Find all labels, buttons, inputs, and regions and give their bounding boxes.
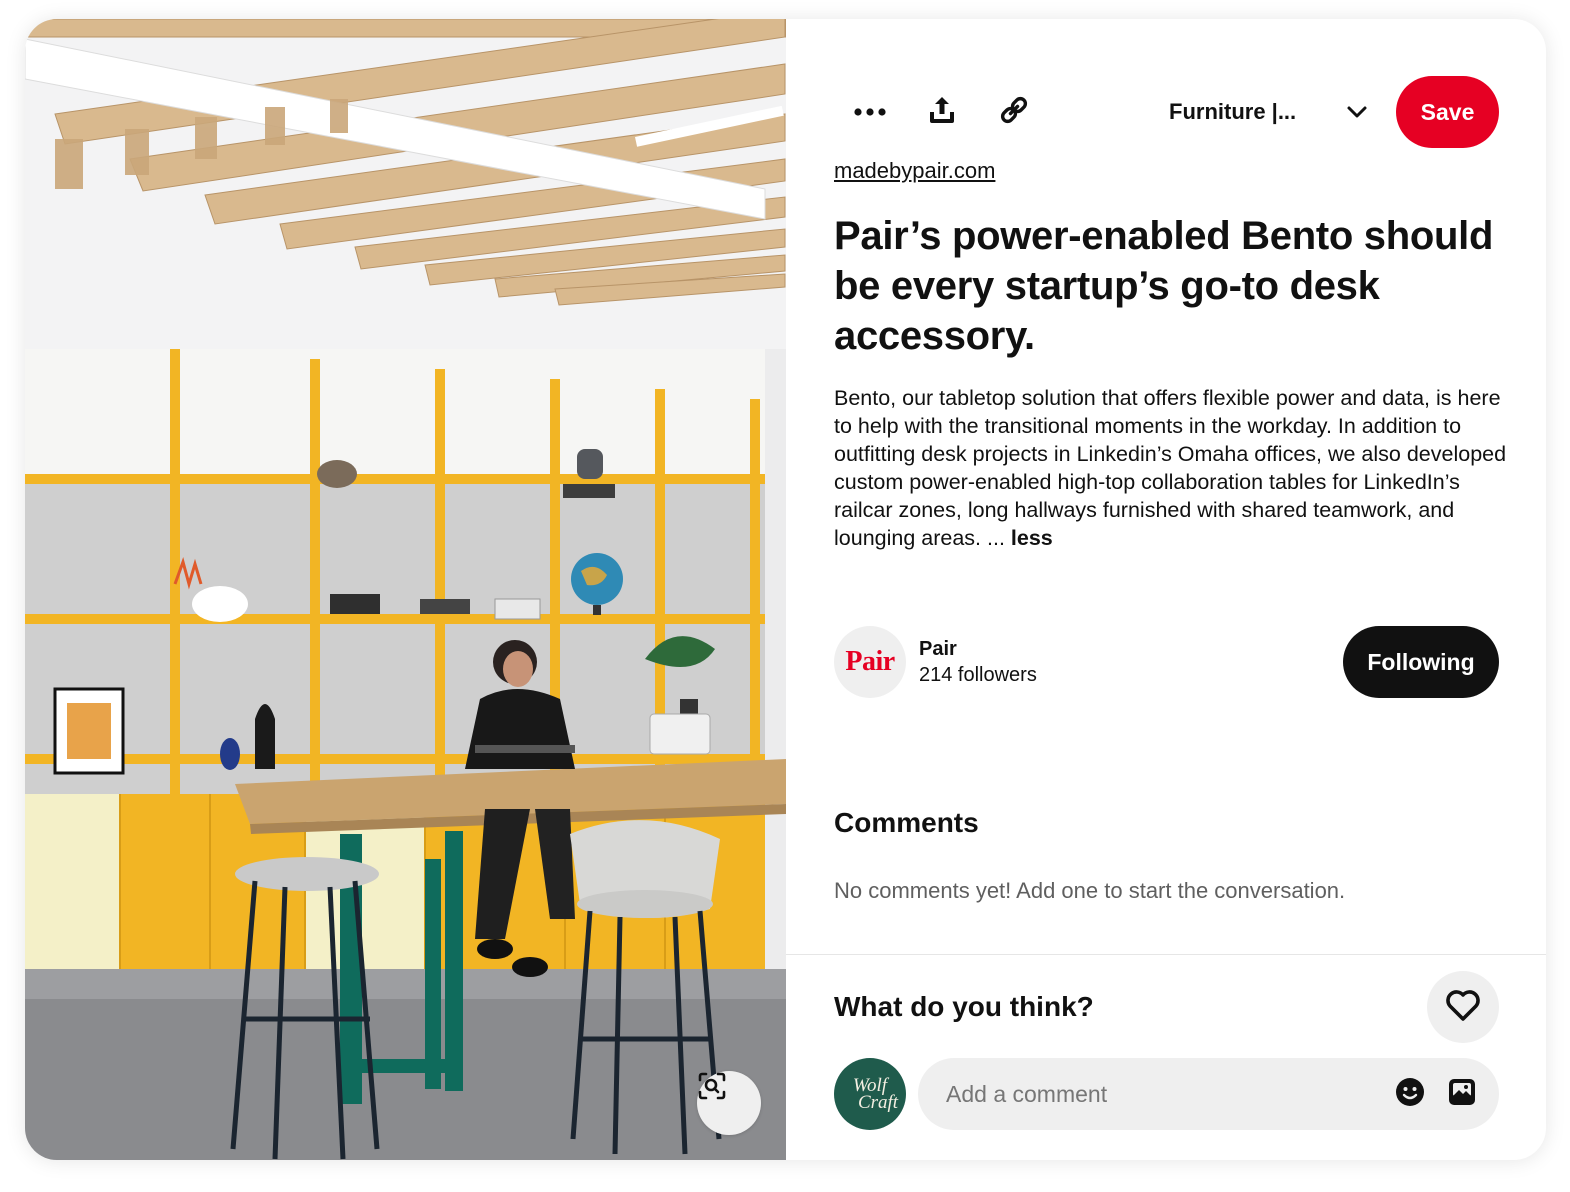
- following-button[interactable]: Following: [1343, 626, 1499, 698]
- more-options-button[interactable]: [842, 84, 898, 140]
- comments-heading: Comments: [834, 807, 979, 838]
- pin-description: Bento, our tabletop solution that offers…: [834, 384, 1514, 552]
- copy-link-button[interactable]: [986, 84, 1042, 140]
- chevron-down-icon: [1345, 100, 1369, 129]
- pin-toolbar: Furniture |... Save: [786, 76, 1546, 148]
- board-name: Furniture |...: [1169, 99, 1297, 124]
- emoji-button[interactable]: [1392, 1076, 1428, 1112]
- link-icon: [998, 94, 1030, 131]
- pin-image[interactable]: [25, 19, 786, 1160]
- pin-description-text: Bento, our tabletop solution that offers…: [834, 386, 1507, 550]
- source-link[interactable]: madebypair.com: [834, 158, 995, 184]
- divider: [786, 954, 1546, 955]
- pin-title: Pair’s power-enabled Bento should be eve…: [834, 214, 1494, 358]
- board-selector[interactable]: Furniture |...: [1169, 90, 1369, 134]
- comment-input[interactable]: [944, 1079, 1368, 1109]
- creator-name[interactable]: Pair: [919, 638, 957, 661]
- more-horizontal-icon: [854, 103, 886, 121]
- attach-image-button[interactable]: [1444, 1076, 1480, 1112]
- pin-details-panel: Furniture |... Save madebypair.com Pair’…: [786, 19, 1546, 1160]
- user-avatar[interactable]: Wolf Craft: [834, 1058, 906, 1130]
- user-avatar-text-2: Craft: [857, 1092, 899, 1113]
- share-button[interactable]: [914, 84, 970, 140]
- heart-icon: [1445, 988, 1481, 1027]
- emoji-smile-icon: [1395, 1077, 1425, 1112]
- pin-closeup-card: Furniture |... Save madebypair.com Pair’…: [25, 19, 1546, 1160]
- creator-follower-count: 214 followers: [919, 664, 1037, 686]
- office-photo: [25, 19, 786, 1160]
- creator-avatar[interactable]: Pair: [834, 626, 906, 698]
- show-less-link[interactable]: less: [1011, 526, 1053, 550]
- save-button[interactable]: Save: [1396, 76, 1499, 148]
- visual-search-button[interactable]: [697, 1071, 761, 1135]
- comment-composer: [918, 1058, 1499, 1130]
- share-upload-icon: [927, 95, 957, 130]
- empty-comments-message: No comments yet! Add one to start the co…: [834, 878, 1346, 903]
- comment-prompt: What do you think?: [834, 991, 1094, 1022]
- creator-logo-text: Pair: [845, 646, 895, 677]
- react-button[interactable]: [1427, 971, 1499, 1043]
- image-attach-icon: [1448, 1078, 1476, 1111]
